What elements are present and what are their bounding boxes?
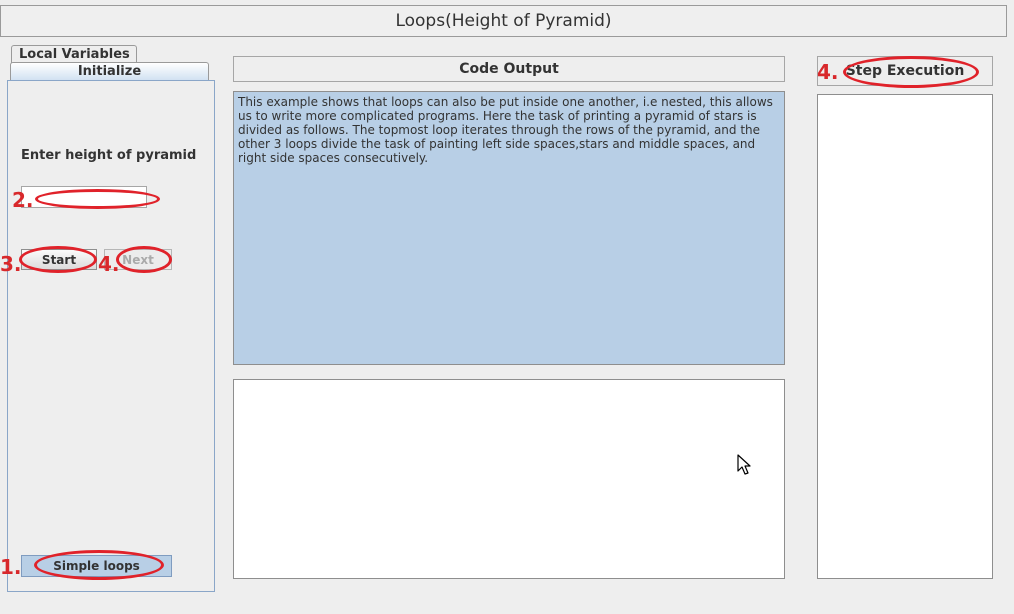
height-label: Enter height of pyramid [21,148,197,163]
tab-local-variables[interactable]: Local Variables [11,45,137,63]
tab-initialize[interactable]: Initialize [10,62,209,81]
annotation-ellipse-simple-loops [34,550,164,580]
annotation-ellipse-step [843,56,979,88]
annotation-ellipse-next [116,246,172,273]
mouse-cursor-icon [737,454,751,475]
annotation-number-2: 2. [12,188,34,212]
annotation-number-4-step: 4. [817,60,839,84]
annotation-number-1: 1. [0,555,22,579]
window-title: Loops(Height of Pyramid) [0,5,1007,37]
code-output-area[interactable] [233,379,785,579]
code-output-header: Code Output [233,56,785,82]
annotation-ellipse-input [35,189,160,209]
description-text: This example shows that loops can also b… [233,91,785,365]
annotation-ellipse-start [19,246,97,273]
step-execution-area[interactable] [817,94,993,579]
